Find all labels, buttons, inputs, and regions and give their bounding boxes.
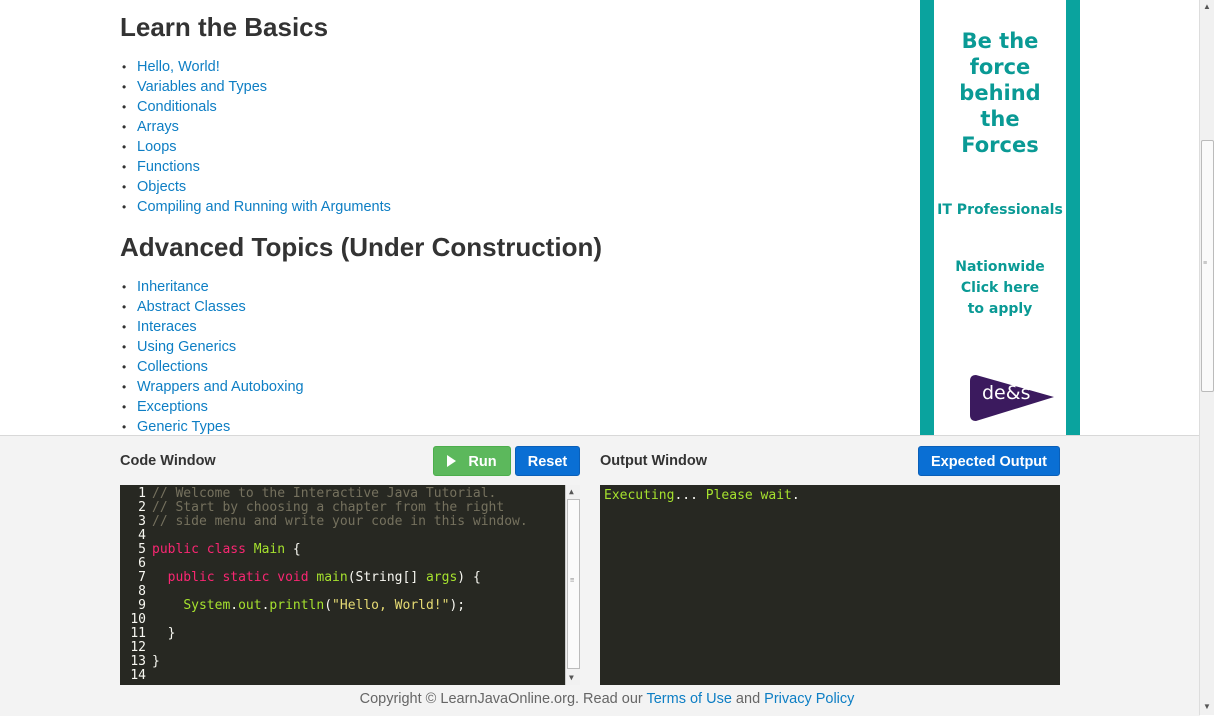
grip-icon: ≡: [1203, 260, 1208, 267]
logo-text: de&s: [982, 382, 1031, 404]
code-line: ​: [152, 613, 528, 627]
code-editor[interactable]: 1 2 3 4 5 6 7 8 9 10 11 12 13 14 // Welc…: [120, 485, 580, 685]
bullet-icon: •: [122, 340, 127, 354]
code-line: // Start by choosing a chapter from the …: [152, 500, 505, 515]
list-item: • Exceptions: [120, 397, 304, 417]
chapter-link-hello-world[interactable]: Hello, World!: [137, 59, 220, 75]
bullet-icon: •: [122, 80, 127, 94]
line-numbers: 1 2 3 4 5 6 7 8 9 10 11 12 13 14: [130, 486, 146, 683]
code-line: }: [152, 654, 160, 669]
bullet-icon: •: [122, 280, 127, 294]
bullet-icon: •: [122, 60, 127, 74]
section-title-basics: Learn the Basics: [120, 12, 329, 42]
chapter-link-conditionals[interactable]: Conditionals: [137, 99, 217, 115]
list-item: • Hello, World!: [120, 57, 391, 77]
scroll-down-icon[interactable]: ▼: [569, 673, 574, 682]
run-button[interactable]: Run: [433, 446, 511, 476]
scroll-up-icon[interactable]: ▲: [569, 487, 574, 496]
chapter-link-compiling[interactable]: Compiling and Running with Arguments: [137, 199, 391, 215]
list-item: • Functions: [120, 157, 391, 177]
main-content: Learn the Basics • Hello, World! • Variabl…: [120, 0, 910, 435]
privacy-link[interactable]: Privacy Policy: [764, 691, 854, 707]
des-logo-icon: de&s: [970, 373, 1056, 423]
bullet-icon: •: [122, 140, 127, 154]
editor-panel: Code Window Run Reset Output Window Expe…: [0, 435, 1200, 716]
bullet-icon: •: [122, 380, 127, 394]
bullet-icon: •: [122, 360, 127, 374]
chapter-link-abstract-classes[interactable]: Abstract Classes: [137, 299, 246, 315]
code-line: ​: [152, 641, 528, 655]
output-console: Executing... Please wait.: [600, 485, 1060, 685]
code-line: ​: [152, 585, 528, 599]
code-line: public class Main {: [152, 542, 301, 557]
chapter-link-loops[interactable]: Loops: [137, 139, 177, 155]
code-line: }: [152, 626, 176, 641]
chapter-link-generics[interactable]: Using Generics: [137, 339, 236, 355]
scroll-up-icon[interactable]: ▲: [1203, 3, 1211, 11]
code-line: System.out.println("Hello, World!");: [183, 598, 466, 613]
chapter-link-objects[interactable]: Objects: [137, 179, 186, 195]
list-item: • Objects: [120, 177, 391, 197]
list-item: • Collections: [120, 357, 304, 377]
ad-content: Be the force behind the Forces IT Profes…: [934, 0, 1066, 435]
ad-headline: Be the force behind the Forces: [959, 29, 1041, 157]
basics-list: • Hello, World! • Variables and Types • Con…: [120, 57, 391, 217]
reset-button[interactable]: Reset: [515, 446, 580, 476]
chapter-link-exceptions[interactable]: Exceptions: [137, 399, 208, 415]
bullet-icon: •: [122, 400, 127, 414]
ad-cta[interactable]: Nationwide Click here to apply: [934, 257, 1066, 320]
list-item: • Abstract Classes: [120, 297, 304, 317]
list-item: • Interaces: [120, 317, 304, 337]
bullet-icon: •: [122, 300, 127, 314]
grip-icon: ≡: [570, 576, 575, 584]
bullet-icon: •: [122, 200, 127, 214]
chapter-link-interfaces[interactable]: Interaces: [137, 319, 197, 335]
advanced-list: • Inheritance • Abstract Classes • Interace…: [120, 277, 304, 435]
bullet-icon: •: [122, 420, 127, 434]
chapter-link-arrays[interactable]: Arrays: [137, 119, 179, 135]
code-line: ​: [152, 529, 528, 543]
ad-subhead: IT Professionals: [937, 202, 1063, 218]
bullet-icon: •: [122, 160, 127, 174]
terms-link[interactable]: Terms of Use: [646, 691, 731, 707]
chapter-link-functions[interactable]: Functions: [137, 159, 200, 175]
list-item: • Variables and Types: [120, 77, 391, 97]
list-item: • Arrays: [120, 117, 391, 137]
code-line: // side menu and write your code in this…: [152, 514, 528, 529]
list-item: • Inheritance: [120, 277, 304, 297]
chapter-link-wrappers[interactable]: Wrappers and Autoboxing: [137, 379, 304, 395]
chapter-link-inheritance[interactable]: Inheritance: [137, 279, 209, 295]
page-scrollbar[interactable]: ▲ ≡ ▼: [1199, 0, 1214, 715]
footer: Copyright © LearnJavaOnline.org. Read ou…: [359, 691, 855, 707]
code-window-title: Code Window: [120, 453, 216, 469]
code-line: public static void main(String[] args) {: [167, 570, 481, 585]
list-item: • Wrappers and Autoboxing: [120, 377, 304, 397]
section-title-advanced: Advanced Topics (Under Construction): [120, 232, 602, 262]
bullet-icon: •: [122, 320, 127, 334]
bullet-icon: •: [122, 120, 127, 134]
code-line: // Welcome to the Interactive Java Tutor…: [152, 486, 497, 501]
output-line: Executing... Please wait.: [604, 488, 800, 503]
output-window-title: Output Window: [600, 453, 707, 469]
expected-output-button[interactable]: Expected Output: [918, 446, 1060, 476]
advertisement-banner[interactable]: Be the force behind the Forces IT Profes…: [920, 0, 1080, 435]
play-icon: [447, 454, 457, 467]
editor-scrollbar[interactable]: ▲ ≡ ▼: [565, 485, 580, 685]
chapter-link-generic-types[interactable]: Generic Types: [137, 419, 230, 435]
code-line: ​: [152, 557, 528, 571]
scroll-thumb[interactable]: [567, 499, 580, 669]
list-item: • Loops: [120, 137, 391, 157]
list-item: • Compiling and Running with Arguments: [120, 197, 391, 217]
list-item: • Generic Types: [120, 417, 304, 435]
bullet-icon: •: [122, 180, 127, 194]
code-lines[interactable]: // Welcome to the Interactive Java Tutor…: [152, 487, 528, 683]
chapter-link-variables[interactable]: Variables and Types: [137, 79, 267, 95]
list-item: • Using Generics: [120, 337, 304, 357]
list-item: • Conditionals: [120, 97, 391, 117]
code-line: ​: [152, 669, 528, 683]
bullet-icon: •: [122, 100, 127, 114]
scroll-down-icon[interactable]: ▼: [1203, 703, 1211, 711]
chapter-link-collections[interactable]: Collections: [137, 359, 208, 375]
